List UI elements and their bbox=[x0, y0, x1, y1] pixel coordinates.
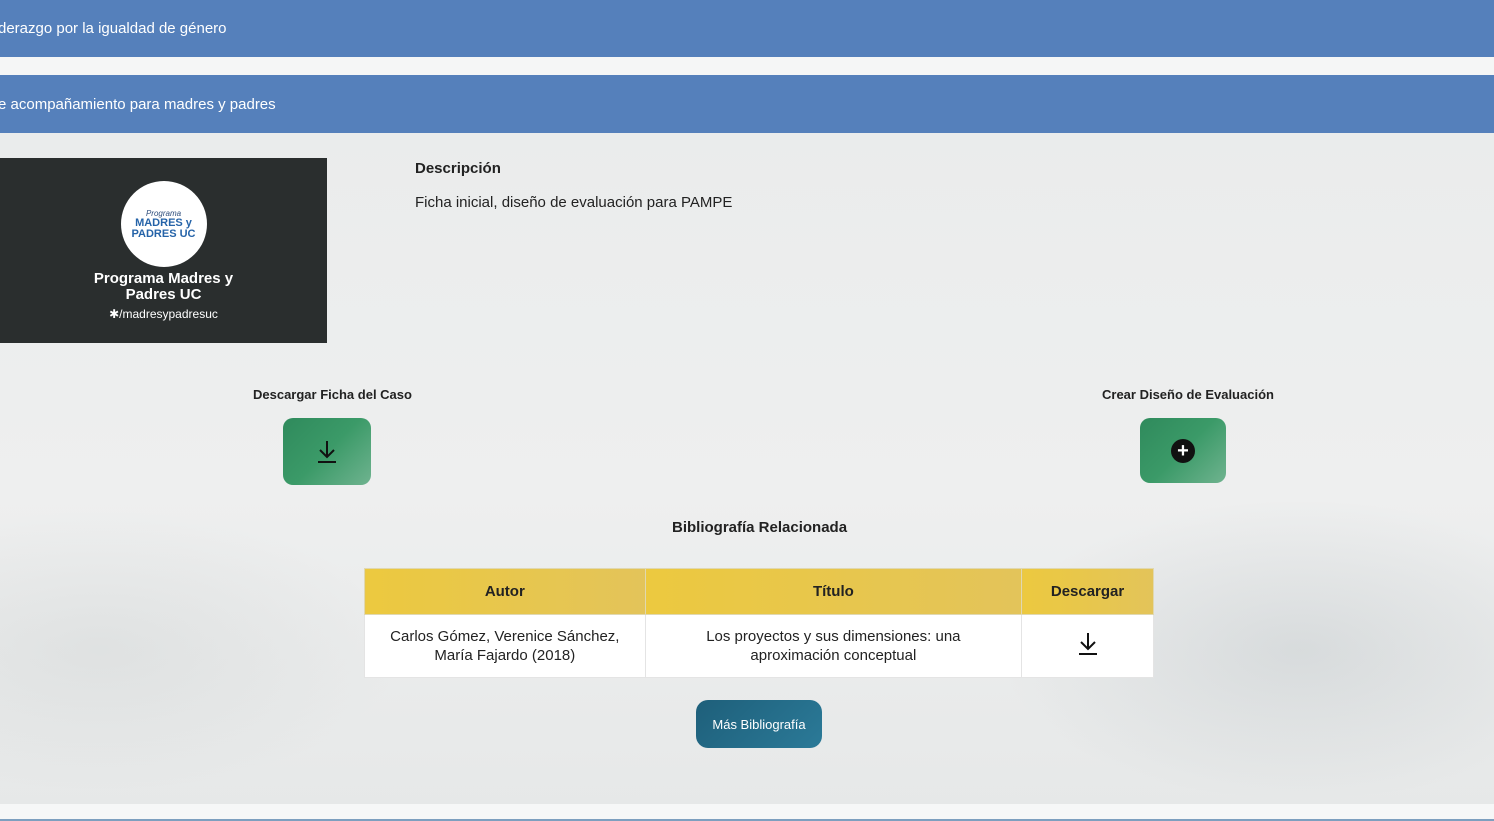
program-logo-image: Programa MADRES y PADRES UC Programa Mad… bbox=[0, 158, 327, 343]
logo-emblem-main-text: MADRES y PADRES UC bbox=[131, 216, 196, 240]
bibliography-title: Bibliografía Relacionada bbox=[672, 519, 848, 536]
logo-emblem: Programa MADRES y PADRES UC bbox=[120, 181, 207, 267]
plus-circle-icon: + bbox=[1171, 438, 1195, 463]
section-header-parents-support[interactable]: e acompañamiento para madres y padres bbox=[0, 75, 1494, 133]
download-reference-button[interactable] bbox=[1077, 631, 1099, 662]
divider bbox=[0, 57, 1494, 75]
section-header-gender-leadership[interactable]: derazgo por la igualdad de género bbox=[0, 0, 1494, 57]
section-header-label: e acompañamiento para madres y padres bbox=[0, 95, 276, 113]
section-header-label: derazgo por la igualdad de género bbox=[0, 20, 227, 37]
cell-download bbox=[1021, 614, 1154, 678]
download-case-button[interactable] bbox=[283, 418, 371, 485]
bibliography-table: Autor Título Descargar Carlos Gómez, Ver… bbox=[364, 568, 1154, 678]
description-label: Descripción bbox=[415, 160, 501, 177]
table-header-row: Autor Título Descargar bbox=[364, 568, 1154, 615]
logo-handle: ✱/madresypadresuc bbox=[109, 307, 218, 321]
download-icon bbox=[318, 440, 336, 463]
create-evaluation-button[interactable]: + bbox=[1140, 418, 1226, 483]
create-evaluation-label: Crear Diseño de Evaluación bbox=[1102, 387, 1274, 402]
cell-title: Los proyectos y sus dimensiones: una apr… bbox=[644, 614, 1023, 678]
column-header-download: Descargar bbox=[1021, 568, 1154, 615]
description-text: Ficha inicial, diseño de evaluación para… bbox=[415, 194, 733, 211]
cell-author: Carlos Gómez, Verenice Sánchez, María Fa… bbox=[364, 614, 646, 678]
column-header-title: Título bbox=[644, 568, 1023, 615]
column-header-author: Autor bbox=[364, 568, 646, 615]
table-row: Carlos Gómez, Verenice Sánchez, María Fa… bbox=[364, 614, 1154, 678]
logo-title: Programa Madres y Padres UC bbox=[93, 270, 234, 303]
download-icon bbox=[1078, 632, 1097, 655]
download-case-label: Descargar Ficha del Caso bbox=[253, 387, 412, 402]
more-bibliography-button[interactable]: Más Bibliografía bbox=[696, 700, 822, 748]
